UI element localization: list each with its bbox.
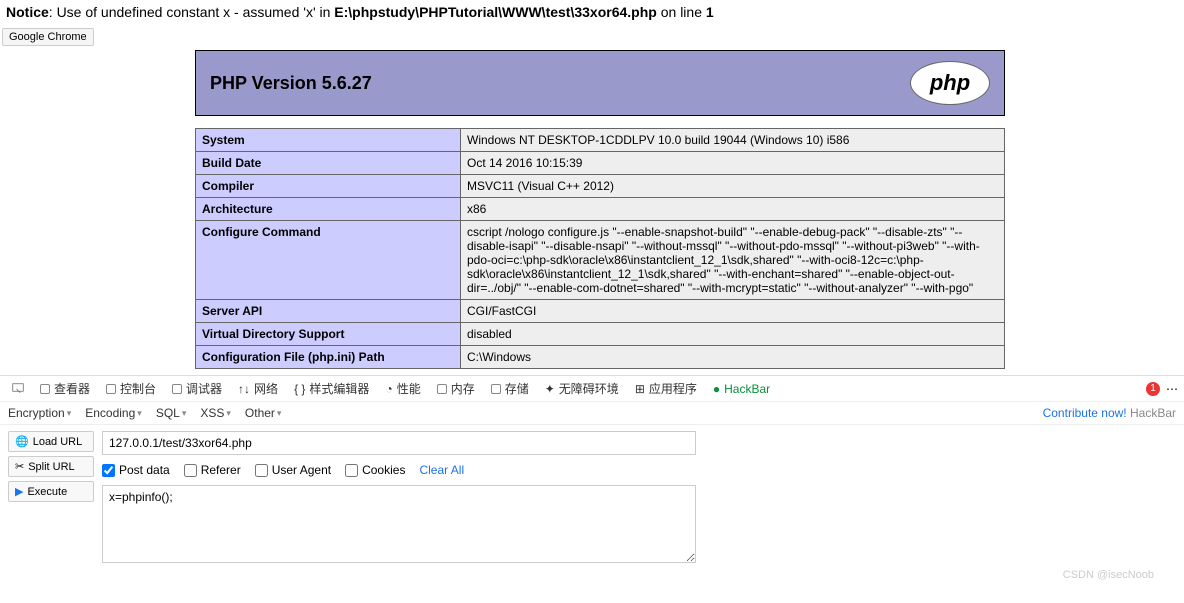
post-data-checkbox[interactable]: Post data [102, 463, 170, 477]
hackbar-menu: Encryption ▾ Encoding ▾ SQL ▾ XSS ▾ Othe… [0, 402, 1184, 425]
menu-sql[interactable]: SQL ▾ [156, 406, 187, 420]
chevron-down-icon: ▾ [182, 408, 187, 419]
notice-label: Notice [6, 4, 49, 20]
table-row: Build DateOct 14 2016 10:15:39 [196, 152, 1005, 175]
performance-icon: ◔ [385, 382, 392, 396]
options-row: Post data Referer User Agent Cookies Cle… [102, 463, 1176, 477]
info-value: MSVC11 (Visual C++ 2012) [461, 175, 1005, 198]
load-url-button[interactable]: 🌐Load URL [8, 431, 94, 452]
devtools-menu-icon[interactable]: ⋯ [1166, 382, 1178, 396]
tab-performance[interactable]: ◔性能 [379, 378, 426, 399]
devtools-panel: 查看器 控制台 调试器 ↑↓网络 { }样式编辑器 ◔性能 内存 存储 ✦无障碍… [0, 375, 1184, 569]
tab-application[interactable]: ⊞应用程序 [629, 378, 703, 399]
devtools-picker-icon[interactable] [6, 381, 30, 397]
execute-button[interactable]: ▶Execute [8, 481, 94, 502]
info-key: Compiler [196, 175, 461, 198]
php-logo: php [910, 61, 990, 105]
info-value: disabled [461, 323, 1005, 346]
play-icon: ▶ [15, 485, 23, 498]
notice-file: E:\phpstudy\PHPTutorial\WWW\test\33xor64… [334, 4, 657, 20]
tab-debugger[interactable]: 调试器 [166, 378, 228, 399]
info-key: Virtual Directory Support [196, 323, 461, 346]
notice-line: 1 [706, 4, 714, 20]
hackbar-body: 🌐Load URL ✂Split URL ▶Execute Post data … [0, 425, 1184, 569]
split-url-button[interactable]: ✂Split URL [8, 456, 94, 477]
info-key: Build Date [196, 152, 461, 175]
menu-other[interactable]: Other ▾ [245, 406, 282, 420]
devtools-tabs: 查看器 控制台 调试器 ↑↓网络 { }样式编辑器 ◔性能 内存 存储 ✦无障碍… [0, 376, 1184, 402]
info-value: Oct 14 2016 10:15:39 [461, 152, 1005, 175]
chevron-down-icon: ▾ [226, 408, 231, 419]
scissors-icon: ✂ [15, 460, 24, 473]
tab-storage[interactable]: 存储 [485, 378, 535, 399]
tab-console[interactable]: 控制台 [100, 378, 162, 399]
info-value: CGI/FastCGI [461, 300, 1005, 323]
network-icon: ↑↓ [238, 382, 250, 396]
hackbar-actions: 🌐Load URL ✂Split URL ▶Execute [8, 431, 94, 563]
menu-encryption[interactable]: Encryption ▾ [8, 406, 71, 420]
storage-icon [491, 384, 501, 394]
phpinfo-header: PHP Version 5.6.27 php [195, 50, 1005, 116]
globe-icon: 🌐 [15, 435, 29, 448]
memory-icon [437, 384, 447, 394]
info-key: System [196, 129, 461, 152]
url-input[interactable] [102, 431, 696, 455]
menu-xss[interactable]: XSS ▾ [200, 406, 231, 420]
table-row: Configure Commandcscript /nologo configu… [196, 221, 1005, 300]
table-row: Virtual Directory Supportdisabled [196, 323, 1005, 346]
tab-inspector[interactable]: 查看器 [34, 378, 96, 399]
info-value: C:\Windows [461, 346, 1005, 369]
table-row: CompilerMSVC11 (Visual C++ 2012) [196, 175, 1005, 198]
info-key: Configuration File (php.ini) Path [196, 346, 461, 369]
info-value: Windows NT DESKTOP-1CDDLPV 10.0 build 19… [461, 129, 1005, 152]
post-body-input[interactable] [102, 485, 696, 563]
watermark: CSDN @isecNoob [0, 569, 1184, 581]
table-row: Configuration File (php.ini) PathC:\Wind… [196, 346, 1005, 369]
info-key: Server API [196, 300, 461, 323]
table-row: Server APICGI/FastCGI [196, 300, 1005, 323]
chevron-down-icon: ▾ [137, 408, 142, 419]
error-count-badge[interactable]: 1 [1146, 382, 1160, 396]
php-version-title: PHP Version 5.6.27 [210, 73, 372, 94]
accessibility-icon: ✦ [545, 382, 555, 396]
tab-hackbar[interactable]: ●HackBar [707, 380, 776, 398]
inspector-icon [40, 384, 50, 394]
tab-memory[interactable]: 内存 [431, 378, 481, 399]
console-icon [106, 384, 116, 394]
application-icon: ⊞ [635, 382, 645, 396]
tab-style[interactable]: { }样式编辑器 [288, 378, 375, 399]
phpinfo-panel: PHP Version 5.6.27 php SystemWindows NT … [195, 50, 1005, 369]
phpinfo-table: SystemWindows NT DESKTOP-1CDDLPV 10.0 bu… [195, 128, 1005, 369]
browser-badge: Google Chrome [2, 28, 94, 46]
info-key: Configure Command [196, 221, 461, 300]
hackbar-icon: ● [713, 382, 720, 396]
chevron-down-icon: ▾ [277, 408, 282, 419]
tab-network[interactable]: ↑↓网络 [232, 378, 284, 399]
chevron-down-icon: ▾ [67, 408, 72, 419]
table-row: Architecturex86 [196, 198, 1005, 221]
tab-accessibility[interactable]: ✦无障碍环境 [539, 378, 625, 399]
menu-encoding[interactable]: Encoding ▾ [85, 406, 142, 420]
clear-all-link[interactable]: Clear All [419, 463, 464, 477]
user-agent-checkbox[interactable]: User Agent [255, 463, 331, 477]
table-row: SystemWindows NT DESKTOP-1CDDLPV 10.0 bu… [196, 129, 1005, 152]
style-icon: { } [294, 382, 305, 396]
info-value: cscript /nologo configure.js "--enable-s… [461, 221, 1005, 300]
php-notice: Notice: Use of undefined constant x - as… [0, 0, 1184, 24]
debugger-icon [172, 384, 182, 394]
cookies-checkbox[interactable]: Cookies [345, 463, 405, 477]
info-value: x86 [461, 198, 1005, 221]
contribute-link[interactable]: Contribute now! HackBar [1043, 406, 1176, 420]
referer-checkbox[interactable]: Referer [184, 463, 241, 477]
info-key: Architecture [196, 198, 461, 221]
